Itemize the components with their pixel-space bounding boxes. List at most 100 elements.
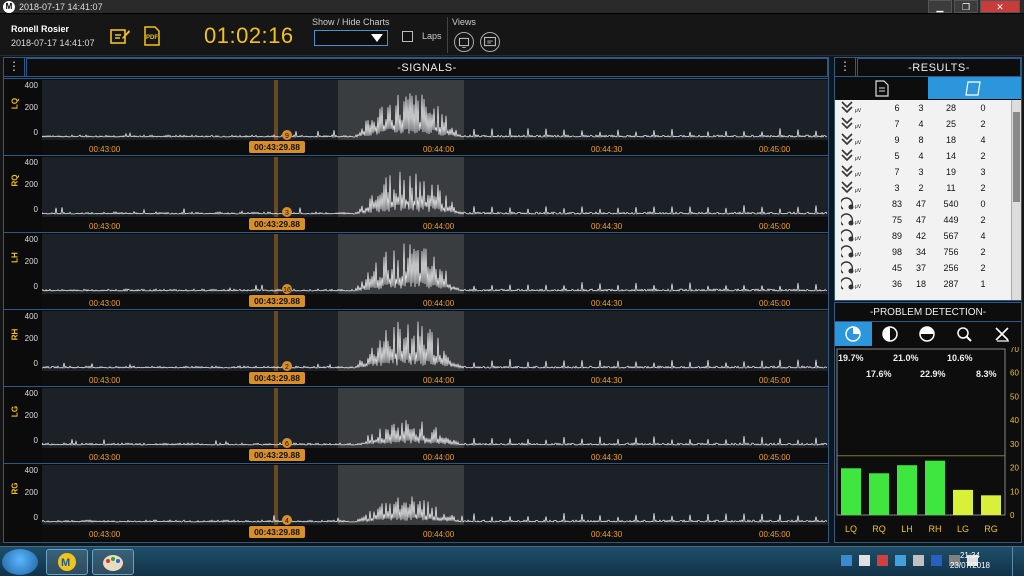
results-scrollbar[interactable] xyxy=(1011,100,1021,300)
taskbar-app-button[interactable]: M xyxy=(46,549,88,575)
result-cell: 1 xyxy=(980,279,986,289)
y-tick-label: 200 xyxy=(24,411,38,420)
result-cell: 4 xyxy=(918,151,924,161)
tab-tools-view[interactable] xyxy=(983,322,1021,346)
y-tick-label: 10 xyxy=(1010,487,1019,496)
y-tick-label: 0 xyxy=(33,282,38,291)
y-tick-label: 200 xyxy=(24,257,38,266)
result-row[interactable]: μV 5 4 14 2 xyxy=(835,148,1011,164)
window-title: 2018-07-17 14:41:07 xyxy=(19,1,103,12)
signal-plot[interactable]: 6 xyxy=(42,388,828,448)
time-cursor-line[interactable] xyxy=(274,157,278,217)
tab-left-right-view[interactable] xyxy=(872,322,909,346)
tab-front-back-view[interactable] xyxy=(909,322,946,346)
cursor-time-badge[interactable]: 00:43:29.88 xyxy=(249,449,305,461)
signal-row: LQ 400 200 0 9 00:43:00 00:44:00 00:44:30 00:45:… xyxy=(4,78,828,156)
result-row[interactable]: μV 45 37 256 2 xyxy=(835,260,1011,276)
signal-plot[interactable]: 2 xyxy=(42,311,828,371)
x-tick-label: 00:44:00 xyxy=(423,530,455,539)
x-category-label: LH xyxy=(901,524,913,534)
x-tick-label: 00:43:00 xyxy=(89,453,121,462)
result-cell: 42 xyxy=(915,231,926,241)
result-row[interactable]: μV 3 2 11 2 xyxy=(835,180,1011,196)
half-circle-vertical-icon xyxy=(882,326,898,342)
time-axis: 00:43:00 00:44:00 00:44:30 00:45:00 00:43:29… xyxy=(42,448,828,464)
laps-checkbox[interactable] xyxy=(402,31,413,42)
y-tick-label: 400 xyxy=(24,158,38,167)
cursor-time-badge[interactable]: 00:43:29.88 xyxy=(249,295,305,307)
signal-plot[interactable]: 4 xyxy=(42,465,828,525)
show-hide-charts-dropdown[interactable] xyxy=(314,30,388,46)
y-tick-label: 0 xyxy=(33,436,38,445)
tools-icon xyxy=(995,327,1009,342)
time-cursor-line[interactable] xyxy=(274,234,278,294)
minimize-button[interactable]: ▁ xyxy=(928,0,952,13)
time-cursor-line[interactable] xyxy=(274,311,278,371)
notification-flag-icon[interactable] xyxy=(859,555,870,566)
signals-title: -SIGNALS- xyxy=(26,58,828,77)
result-row[interactable]: μV 7 4 25 2 xyxy=(835,116,1011,132)
signal-row: LG 400 200 0 6 00:43:00 00:44:00 00:44:30 00:45:… xyxy=(4,386,828,464)
result-row[interactable]: μV 89 42 567 4 xyxy=(835,228,1011,244)
view-single-icon[interactable] xyxy=(454,32,474,52)
unit-label: μV xyxy=(854,188,862,194)
unit-label: μV xyxy=(854,284,862,290)
result-row[interactable]: μV 83 47 540 0 xyxy=(835,196,1011,212)
result-row[interactable]: μV 98 34 756 2 xyxy=(835,244,1011,260)
x-category-label: LQ xyxy=(845,524,857,534)
x-tick-label: 00:44:30 xyxy=(591,222,623,231)
x-tick-label: 00:44:00 xyxy=(423,145,455,154)
signal-plot[interactable]: 3 xyxy=(42,157,828,217)
results-menu-button[interactable]: ⋮ xyxy=(835,58,856,77)
network-icon[interactable] xyxy=(841,555,852,566)
result-row[interactable]: μV 7 3 19 3 xyxy=(835,164,1011,180)
cursor-time-badge[interactable]: 00:43:29.88 xyxy=(249,526,305,538)
app-logo-icon: M xyxy=(58,553,76,571)
cursor-time-badge[interactable]: 00:43:29.88 xyxy=(249,141,305,153)
time-cursor-line[interactable] xyxy=(274,388,278,448)
result-cell: 9 xyxy=(894,135,900,145)
tab-search-view[interactable] xyxy=(946,322,983,346)
result-row[interactable]: μV 9 8 18 4 xyxy=(835,132,1011,148)
time-cursor-line[interactable] xyxy=(274,80,278,140)
half-circle-horizontal-icon xyxy=(919,326,935,342)
signal-plot[interactable]: 9 xyxy=(42,80,828,140)
result-row[interactable]: μV 36 18 287 1 xyxy=(835,276,1011,292)
tab-pie-view[interactable] xyxy=(835,322,872,346)
start-button[interactable] xyxy=(2,549,38,575)
pdf-icon[interactable]: PDF xyxy=(142,26,162,46)
y-tick-label: 20 xyxy=(1010,464,1019,473)
close-button[interactable]: ✕ xyxy=(980,0,1020,13)
y-tick-label: 400 xyxy=(24,389,38,398)
cloud-icon[interactable] xyxy=(895,555,906,566)
tab-results-document[interactable] xyxy=(835,77,928,99)
taskbar-paint-button[interactable] xyxy=(92,549,134,575)
volume-icon[interactable] xyxy=(913,555,924,566)
cursor-time-badge[interactable]: 00:43:29.88 xyxy=(249,372,305,384)
edit-icon[interactable] xyxy=(110,26,130,46)
y-tick-label: 0 xyxy=(33,513,38,522)
bar-lq xyxy=(841,468,861,515)
tab-results-sheet[interactable] xyxy=(928,77,1021,99)
signal-plot[interactable]: 16 xyxy=(42,234,828,294)
taskbar-clock[interactable]: 21:34 23/07/2018 xyxy=(950,551,990,571)
security-icon[interactable] xyxy=(877,555,888,566)
signals-menu-button[interactable]: ⋮ xyxy=(4,58,25,77)
bluetooth-icon[interactable] xyxy=(931,555,942,566)
result-row[interactable]: μV 75 47 449 2 xyxy=(835,212,1011,228)
result-row[interactable]: μV 6 3 28 0 xyxy=(835,100,1011,116)
cursor-time-badge[interactable]: 00:43:29.88 xyxy=(249,218,305,230)
result-cell: 8 xyxy=(918,135,924,145)
show-desktop-button[interactable] xyxy=(1012,547,1024,576)
y-tick-label: 200 xyxy=(24,180,38,189)
results-scroll-thumb[interactable] xyxy=(1013,112,1020,202)
result-cell: 3 xyxy=(918,103,924,113)
time-cursor-line[interactable] xyxy=(274,465,278,525)
results-list[interactable]: μV 6 3 28 0 μV 7 4 25 2 μV 9 8 18 4 μV 5 4 14 2 μV 7 3 19 3 μV 3 2 1… xyxy=(835,100,1011,300)
view-grid-icon[interactable] xyxy=(480,32,500,52)
y-tick-label: 70 xyxy=(1010,347,1019,354)
result-cell: 11 xyxy=(946,183,956,193)
result-cell: 2 xyxy=(918,183,924,193)
sheet-icon xyxy=(965,81,981,96)
maximize-button[interactable]: ❐ xyxy=(954,0,978,13)
